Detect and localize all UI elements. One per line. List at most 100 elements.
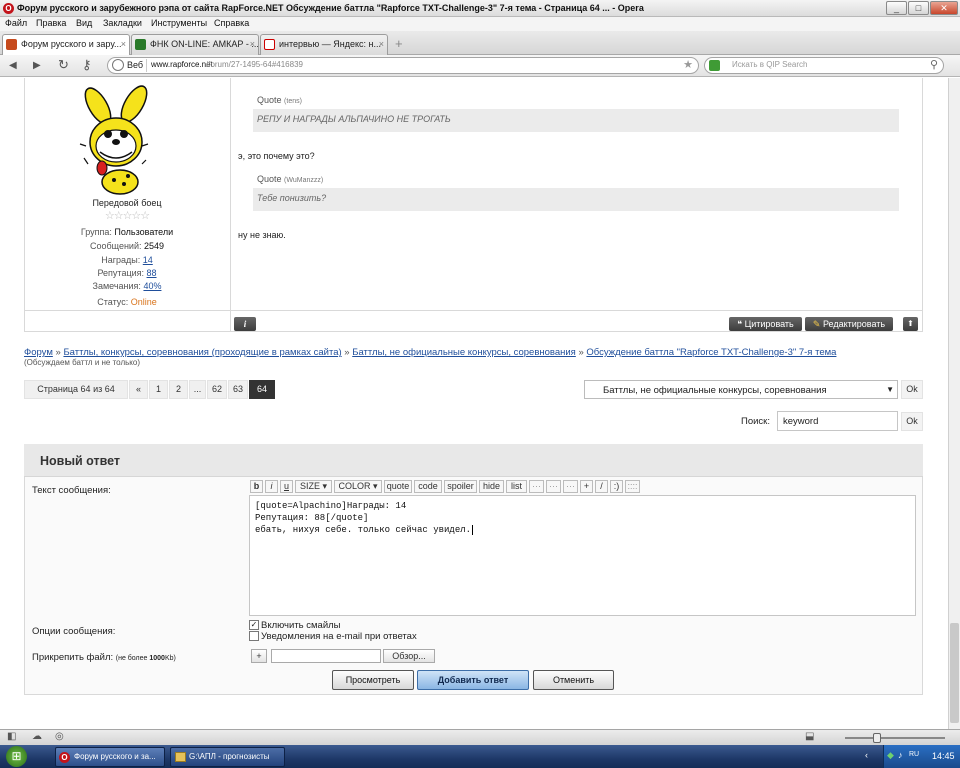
forum-jump-ok[interactable]: Ok — [901, 380, 923, 399]
zoom-slider[interactable] — [845, 733, 945, 743]
view-icon[interactable]: ⬓ — [805, 731, 814, 742]
unite-icon[interactable]: ☁ — [32, 731, 42, 742]
cancel-button[interactable]: Отменить — [533, 670, 614, 690]
taskbar-item-opera[interactable]: O Форум русского и за... — [55, 747, 165, 767]
hide-tag-button[interactable]: hide — [479, 480, 504, 493]
page-link[interactable]: 1 — [149, 380, 168, 399]
navigation-bar: ◀ ▶ ↻ ⚷ Веб www.rapforce.net /forum/27-1… — [0, 55, 960, 77]
menu-view[interactable]: Вид — [76, 18, 92, 28]
taskbar-item-label: G:\АПЛ - прогнозисты — [189, 752, 270, 761]
page-prev[interactable]: « — [129, 380, 148, 399]
breadcrumb-thread[interactable]: Обсуждение баттла "Rapforce TXT-Challeng… — [586, 347, 836, 358]
user-reputation: Репутация: 88 — [24, 268, 230, 278]
tab-fnk[interactable]: ФНК ON-LINE: АМКАР - ... × — [131, 34, 259, 55]
quote-button[interactable]: ❝ Цитировать — [729, 317, 802, 331]
scroll-top-icon[interactable]: ⬆ — [903, 317, 918, 331]
quote-body: РЕПУ И НАГРАДЫ АЛЬПАЧИНО НЕ ТРОГАТЬ — [253, 109, 899, 132]
submit-reply-button[interactable]: Добавить ответ — [417, 670, 529, 690]
forum-search-input[interactable]: keyword — [777, 411, 898, 431]
underline-button[interactable]: u — [280, 480, 293, 493]
page-ellipsis: ... — [189, 380, 206, 399]
turbo-icon[interactable]: ◎ — [55, 731, 64, 742]
menu-edit[interactable]: Правка — [36, 18, 66, 28]
browse-button[interactable]: Обзор... — [383, 649, 435, 663]
page-scrollbar[interactable] — [948, 78, 960, 729]
code-tag-button[interactable]: code — [414, 480, 442, 493]
address-bar[interactable]: Веб www.rapforce.net /forum/27-1495-64#4… — [107, 57, 699, 74]
page-link[interactable]: 2 — [169, 380, 188, 399]
forum-search-ok[interactable]: Ok — [901, 412, 923, 431]
toolbar-button[interactable]: ··· — [529, 480, 544, 493]
toolbar-button[interactable]: :::: — [625, 480, 640, 493]
toolbar-button[interactable]: ··· — [563, 480, 578, 493]
breadcrumb-forum[interactable]: Форум — [24, 347, 53, 358]
minimize-button[interactable]: _ — [886, 1, 907, 15]
bookmark-star-icon[interactable]: ★ — [683, 58, 693, 71]
reload-button[interactable]: ↻ — [58, 57, 69, 73]
quote-label: Quote — [257, 95, 282, 105]
warn-link[interactable]: 40% — [143, 281, 161, 291]
volume-icon[interactable]: ♪ — [898, 750, 903, 760]
italic-button[interactable]: i — [265, 480, 278, 493]
list-tag-button[interactable]: list — [506, 480, 527, 493]
menu-bookmarks[interactable]: Закладки — [103, 18, 142, 28]
add-tab-button[interactable]: + — [395, 36, 403, 51]
language-indicator[interactable]: RU — [909, 751, 919, 758]
preview-button[interactable]: Просмотреть — [332, 670, 414, 690]
rapforce-favicon — [6, 39, 17, 50]
web-label: Веб — [127, 60, 144, 70]
reply-title: Новый ответ — [40, 454, 121, 468]
page-link[interactable]: 62 — [207, 380, 227, 399]
rep-link[interactable]: 88 — [147, 268, 157, 278]
breadcrumb-battles[interactable]: Баттлы, конкурсы, соревнования (проходящ… — [63, 347, 341, 358]
forward-button[interactable]: ▶ — [33, 60, 41, 71]
search-placeholder: Искать в QIP Search — [732, 60, 808, 69]
smiley-button[interactable]: :) — [610, 480, 623, 493]
menu-help[interactable]: Справка — [214, 18, 249, 28]
user-status: Статус: Online — [24, 297, 230, 307]
key-icon[interactable]: ⚷ — [82, 57, 92, 73]
slash-button[interactable]: / — [595, 480, 608, 493]
email-checkbox[interactable] — [249, 631, 259, 641]
breadcrumb-unofficial[interactable]: Баттлы, не официальные конкурсы, соревно… — [352, 347, 576, 358]
plus-button[interactable]: + — [580, 480, 593, 493]
attach-label-text: Прикрепить файл: — [32, 652, 114, 663]
taskbar-item-folder[interactable]: G:\АПЛ - прогнозисты — [170, 747, 285, 767]
message-textarea[interactable]: [quote=Alpachino]Награды: 14 Репутация: … — [249, 495, 916, 616]
tab-yandex[interactable]: интервью — Яндекс: н... × — [260, 34, 388, 55]
tab-close-icon[interactable]: × — [121, 35, 126, 54]
toolbar-button[interactable]: ··· — [546, 480, 561, 493]
size-dropdown[interactable]: SIZE ▾ — [295, 480, 332, 493]
forum-jump-select[interactable]: Баттлы, не официальные конкурсы, соревно… — [584, 380, 898, 399]
awards-link[interactable]: 14 — [143, 255, 153, 265]
close-window-button[interactable]: ✕ — [930, 1, 958, 15]
page-link[interactable]: 63 — [228, 380, 248, 399]
edit-button[interactable]: ✎ Редактировать — [805, 317, 893, 331]
spoiler-tag-button[interactable]: spoiler — [444, 480, 477, 493]
tray-expand-icon[interactable]: ‹ — [865, 750, 868, 760]
tab-close-icon[interactable]: × — [250, 35, 255, 54]
tab-rapforce[interactable]: Форум русского и зару... × — [2, 34, 130, 56]
network-icon[interactable]: ◆ — [887, 750, 894, 761]
bold-button[interactable]: b — [250, 480, 263, 493]
maximize-button[interactable]: □ — [908, 1, 929, 15]
color-dropdown[interactable]: COLOR ▾ — [334, 480, 382, 493]
scrollbar-thumb[interactable] — [950, 623, 959, 723]
search-icon[interactable]: ⚲ — [930, 58, 938, 71]
file-path-input[interactable] — [271, 649, 381, 663]
user-rank: Передовой боец — [92, 198, 162, 208]
add-attachment-button[interactable]: + — [251, 649, 267, 663]
chevron-down-icon: ▼ — [886, 385, 894, 394]
zoom-slider-handle[interactable] — [873, 733, 881, 743]
quote-tag-button[interactable]: quote — [384, 480, 412, 493]
status-bar: ◧ ☁ ◎ ⬓ — [0, 729, 960, 745]
back-button[interactable]: ◀ — [9, 60, 17, 71]
tab-close-icon[interactable]: × — [379, 35, 384, 54]
smiles-checkbox[interactable]: ✓ — [249, 620, 259, 630]
menu-tools[interactable]: Инструменты — [151, 18, 207, 28]
search-field[interactable]: Искать в QIP Search ⚲ — [704, 57, 944, 74]
info-icon[interactable]: i — [234, 317, 256, 331]
panel-toggle-icon[interactable]: ◧ — [7, 731, 16, 742]
start-button[interactable]: ⊞ — [6, 746, 27, 767]
menu-file[interactable]: Файл — [5, 18, 27, 28]
